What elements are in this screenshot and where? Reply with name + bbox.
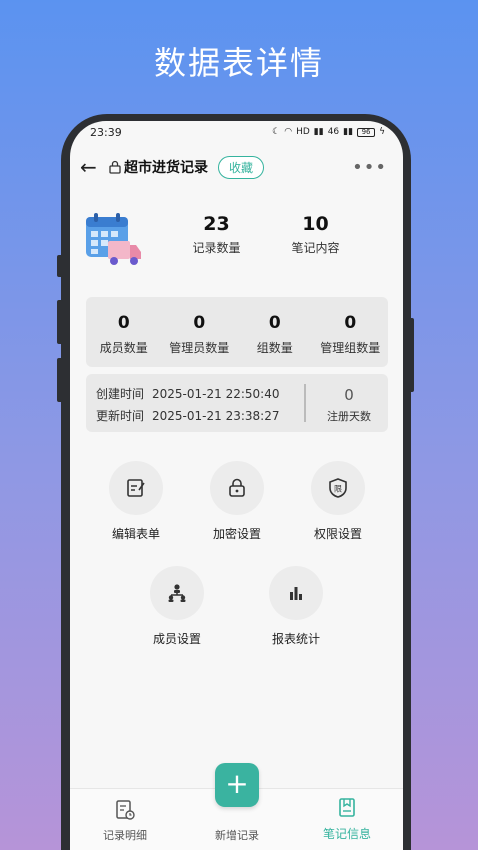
updated-time-label: 更新时间 — [96, 409, 145, 423]
stat-label: 记录数量 — [192, 241, 241, 255]
tab-record-detail[interactable]: 记录明细 — [85, 799, 165, 843]
note-count-stat: 10 笔记内容 — [278, 213, 353, 256]
count-value: 0 — [344, 313, 357, 333]
divider — [304, 384, 306, 422]
count-label: 管理员数量 — [169, 341, 230, 355]
action-label: 成员设置 — [152, 632, 201, 646]
phone-power-button — [408, 318, 414, 392]
promo-title: 数据表详情 — [153, 44, 324, 82]
add-record-plus-button[interactable]: + — [215, 763, 259, 807]
wifi-icon: ◠ — [284, 127, 293, 137]
lock-icon — [109, 160, 121, 174]
status-bar: 23:39 ☾ ◠ HD ▮▮ 46 ▮▮ 96 ϟ — [70, 121, 403, 143]
record-count-stat: 23 记录数量 — [179, 213, 254, 256]
days-value: 0 — [344, 386, 354, 404]
action-label: 报表统计 — [271, 632, 320, 646]
action-label: 编辑表单 — [111, 527, 160, 541]
count-label: 管理组数量 — [320, 341, 381, 355]
phone-side-button — [57, 255, 63, 277]
battery-icon: 96 — [357, 127, 376, 137]
action-circle — [109, 461, 163, 515]
action-label: 加密设置 — [212, 527, 261, 541]
action-circle: 限 — [311, 461, 365, 515]
count-value: 0 — [117, 313, 130, 333]
record-detail-icon — [116, 800, 135, 820]
calendar-truck-icon — [86, 213, 141, 265]
signal-label-2: 46 — [327, 127, 340, 137]
updated-time-row: 更新时间 2025-01-21 23:38:27 — [96, 407, 279, 424]
count-cell: 0 管理员数量 — [162, 297, 238, 367]
count-cell: 0 管理组数量 — [313, 297, 389, 367]
overview-section: 23 记录数量 10 笔记内容 — [84, 211, 389, 281]
edit-form-icon — [127, 479, 145, 497]
count-label: 成员数量 — [99, 341, 148, 355]
count-value: 0 — [193, 313, 206, 333]
more-options-icon[interactable]: ••• — [352, 157, 387, 178]
tab-label: 新增记录 — [215, 829, 259, 842]
count-cell: 0 组数量 — [237, 297, 313, 367]
action-circle — [269, 566, 323, 620]
stat-label: 笔记内容 — [291, 241, 340, 255]
days-label: 注册天数 — [327, 410, 371, 423]
phone-side-button — [57, 300, 63, 344]
status-icons: ☾ ◠ HD ▮▮ 46 ▮▮ 96 ϟ — [272, 127, 385, 137]
count-cell: 0 成员数量 — [86, 297, 162, 367]
member-settings-button[interactable]: 成员设置 — [137, 566, 217, 647]
action-label: 权限设置 — [313, 527, 362, 541]
phone-side-button — [57, 358, 63, 402]
counts-card: 0 成员数量 0 管理员数量 0 组数量 0 管理组数量 — [86, 297, 388, 367]
tab-note-info[interactable]: 笔记信息 — [307, 797, 387, 842]
registered-days: 0 注册天数 — [316, 386, 382, 424]
members-icon — [168, 584, 186, 602]
edit-form-button[interactable]: 编辑表单 — [96, 461, 176, 542]
report-statistics-button[interactable]: 报表统计 — [256, 566, 336, 647]
tab-add-record[interactable]: 新增记录 — [197, 825, 277, 843]
tab-label: 记录明细 — [103, 829, 147, 842]
signal-icon: ▮▮ — [343, 127, 354, 137]
plus-icon: + — [225, 767, 249, 800]
stat-value: 23 — [203, 213, 230, 235]
count-label: 组数量 — [256, 341, 293, 355]
created-time-label: 创建时间 — [96, 387, 145, 401]
count-value: 0 — [268, 313, 281, 333]
svg-text:限: 限 — [334, 485, 342, 494]
action-circle — [210, 461, 264, 515]
permission-settings-button[interactable]: 限 权限设置 — [298, 461, 378, 542]
page-title: 超市进货记录 — [124, 160, 208, 176]
nav-bar: ← 超市进货记录 收藏 ••• — [70, 151, 403, 183]
app-screen: 23:39 ☾ ◠ HD ▮▮ 46 ▮▮ 96 ϟ ← 超市进货记录 收藏 •… — [70, 121, 403, 850]
updated-time-value: 2025-01-21 23:38:27 — [152, 409, 280, 423]
note-info-icon — [339, 798, 355, 817]
signal-label-1: HD — [296, 127, 310, 137]
status-time: 23:39 — [90, 125, 122, 139]
back-arrow-icon[interactable]: ← — [80, 155, 108, 179]
favorite-button[interactable]: 收藏 — [218, 155, 265, 179]
created-time-row: 创建时间 2025-01-21 22:50:40 — [96, 385, 279, 402]
moon-icon: ☾ — [272, 127, 281, 137]
lock-icon — [229, 478, 245, 497]
stat-value: 10 — [302, 213, 329, 235]
shield-icon: 限 — [329, 478, 347, 498]
bar-chart-icon — [290, 587, 302, 600]
action-circle — [150, 566, 204, 620]
created-time-value: 2025-01-21 22:50:40 — [152, 387, 280, 401]
charging-icon: ϟ — [379, 127, 385, 137]
tab-label: 笔记信息 — [322, 827, 371, 841]
signal-icon: ▮▮ — [313, 127, 324, 137]
encryption-settings-button[interactable]: 加密设置 — [197, 461, 277, 542]
times-card: 创建时间 2025-01-21 22:50:40 更新时间 2025-01-21 2… — [86, 374, 388, 432]
